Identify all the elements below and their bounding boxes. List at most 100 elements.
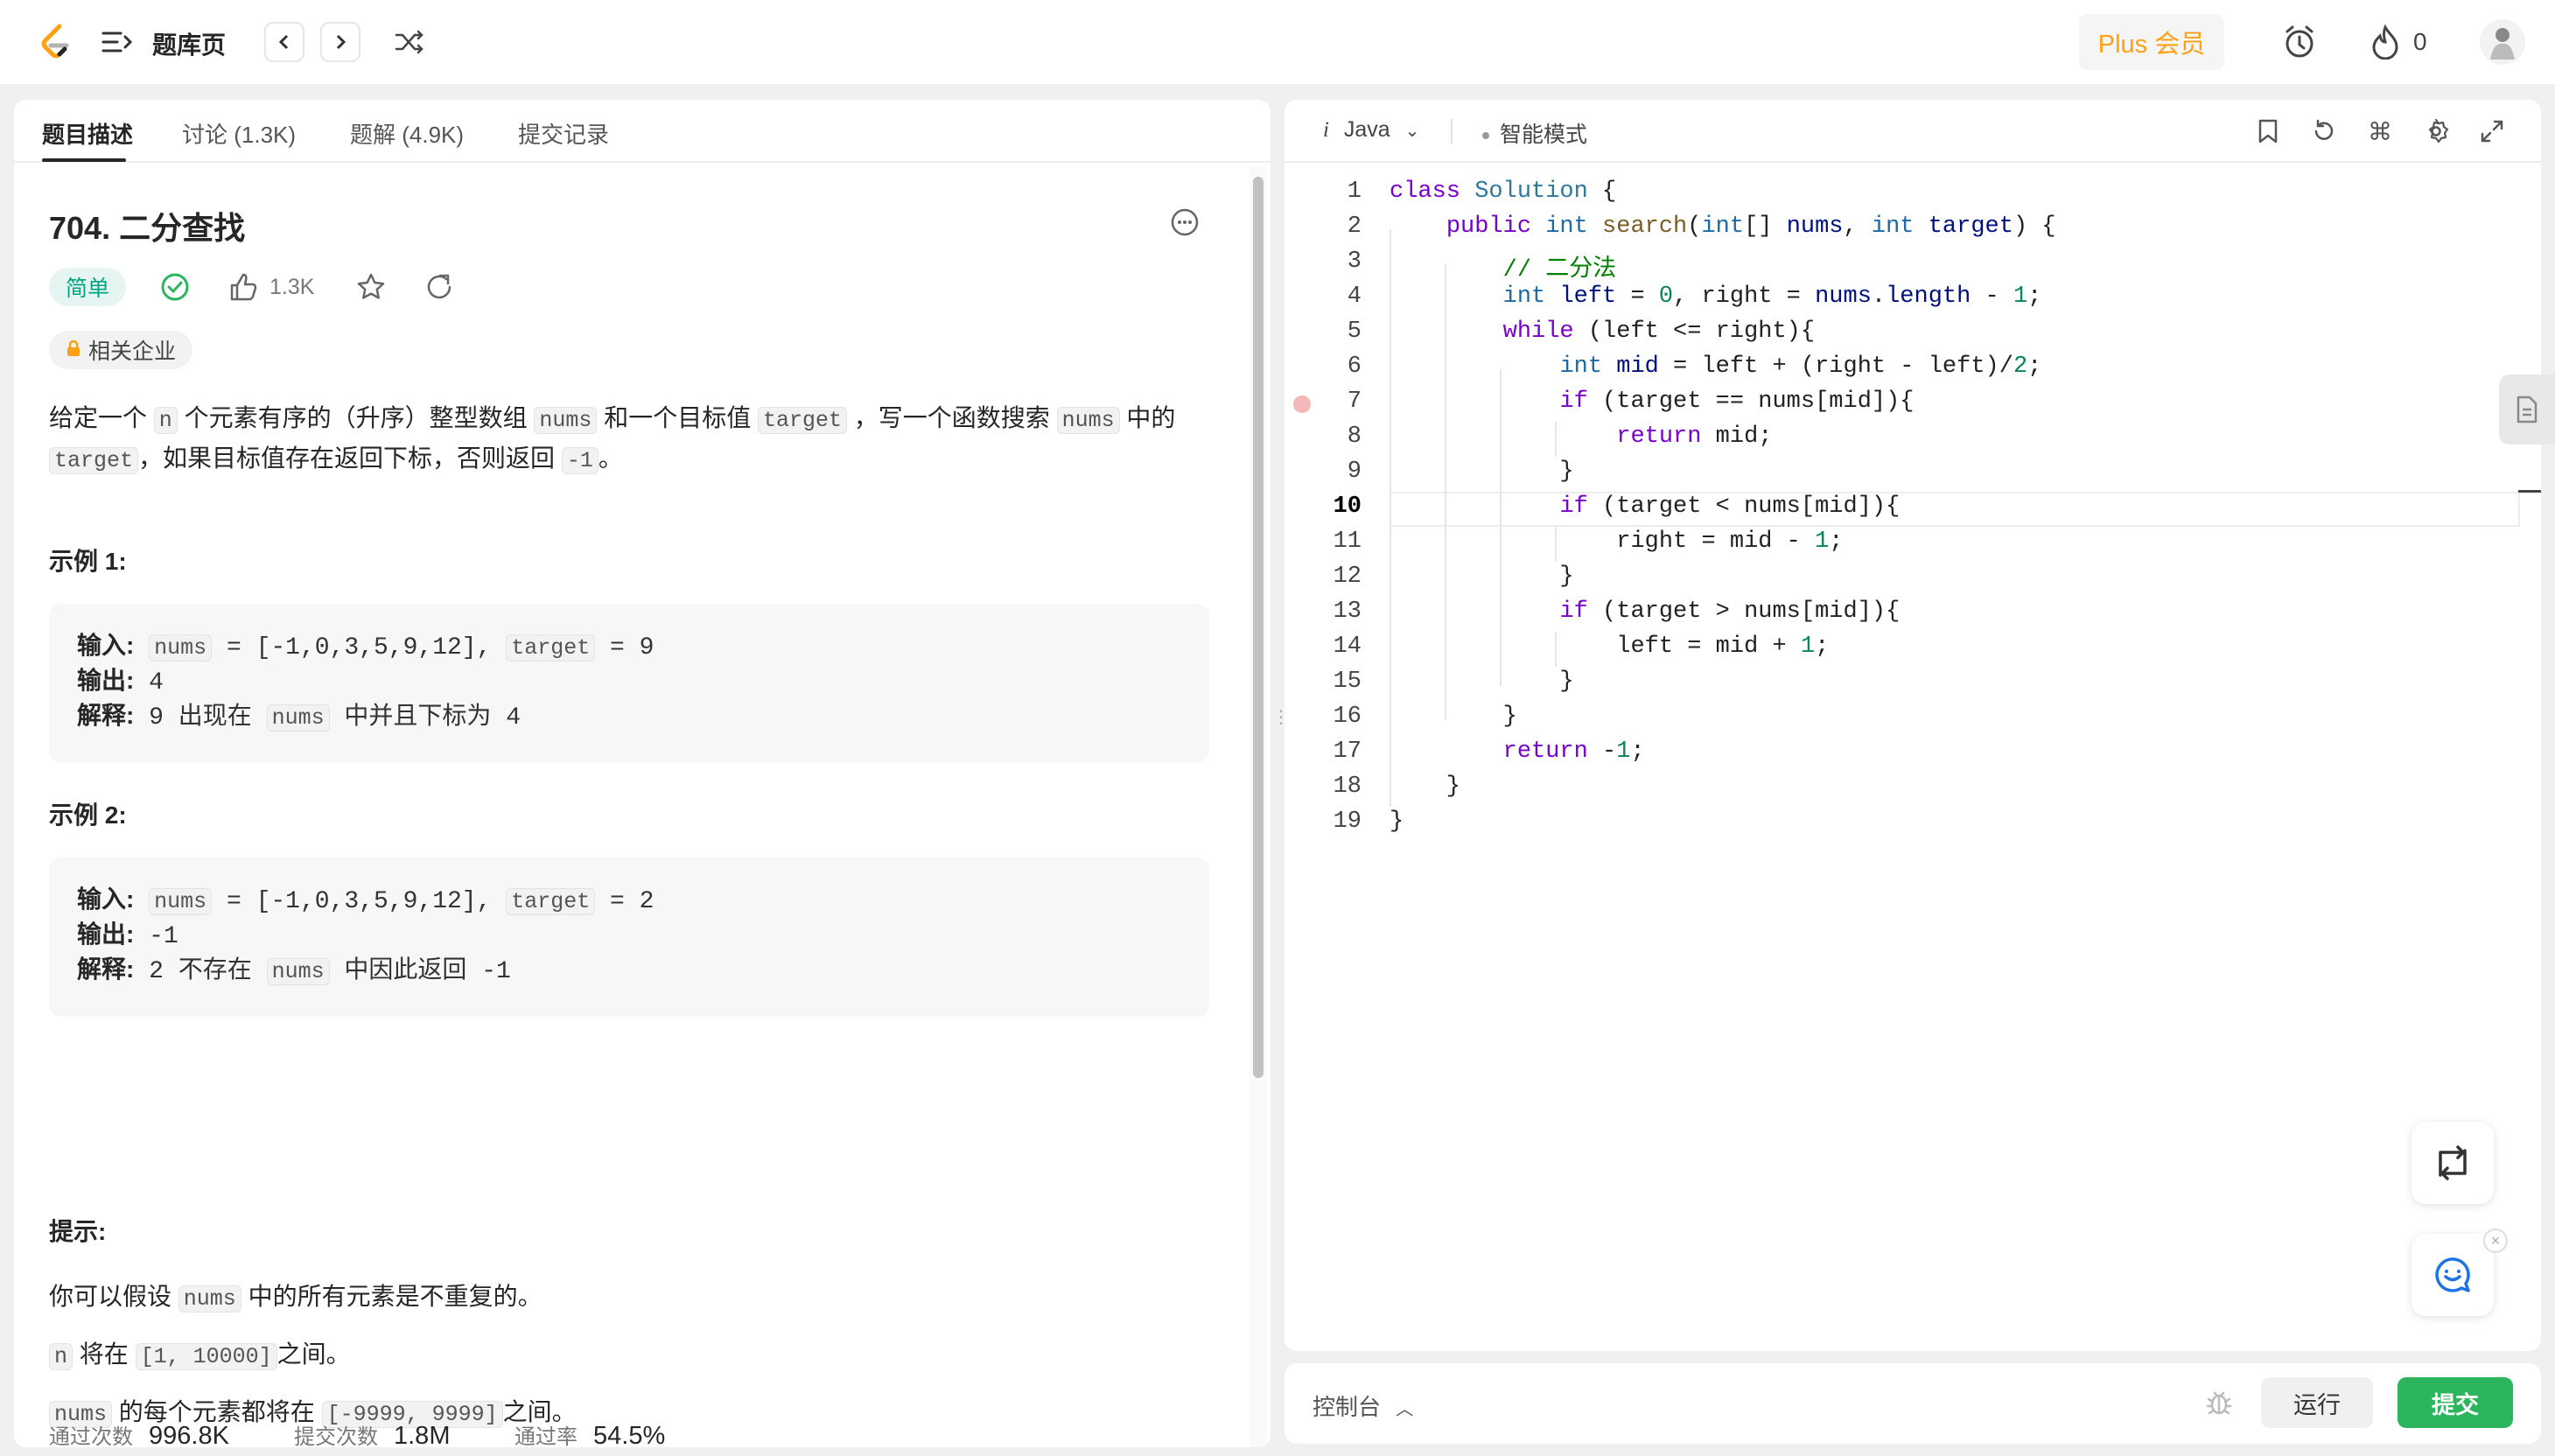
leetcode-logo-icon[interactable]	[35, 21, 77, 63]
code-line-15[interactable]: }	[1390, 668, 1573, 695]
run-button[interactable]: 运行	[2261, 1377, 2373, 1428]
shortcut-command-icon[interactable]: ⌘	[2362, 114, 2398, 149]
number: 2	[2012, 354, 2028, 380]
chevron-up-icon: ︿	[1396, 1400, 1414, 1419]
explain-label: 解释:	[77, 702, 135, 729]
line-number: 16	[1333, 704, 1362, 730]
plus-membership-button[interactable]: Plus 会员	[2079, 14, 2224, 70]
stat-value: 54.5%	[593, 1422, 666, 1447]
code-line-9[interactable]: }	[1390, 458, 1573, 485]
like-thumb-icon[interactable]	[226, 270, 261, 304]
code-line-4[interactable]: int left = 0, right = nums.length - 1;	[1390, 284, 2042, 310]
description-scrollbar[interactable]	[1250, 166, 1267, 1447]
tip-text: 中的所有元素是不重复的。	[248, 1283, 542, 1310]
more-options-icon[interactable]	[1167, 205, 1202, 240]
desc-text: 中的	[1126, 404, 1176, 431]
streak-flame-icon[interactable]	[2368, 21, 2403, 63]
chat-assistant-button[interactable]	[2412, 1234, 2494, 1316]
desc-text: 。	[598, 444, 623, 472]
inline-code: nums	[266, 958, 330, 985]
keyword: class	[1390, 178, 1461, 205]
code-line-14[interactable]: left = mid + 1;	[1390, 634, 1829, 660]
example-1-heading: 示例 1:	[49, 548, 127, 575]
stat-accepted: 通过次数 996.8K	[49, 1419, 229, 1447]
keyword: if	[1559, 598, 1588, 625]
code-line-16[interactable]: }	[1390, 704, 1517, 730]
inline-code: nums	[1056, 407, 1120, 434]
code-line-5[interactable]: while (left <= right){	[1390, 318, 1815, 345]
code-line-1[interactable]: class Solution {	[1390, 178, 1616, 205]
alarm-clock-icon[interactable]	[2280, 23, 2319, 61]
tip-text: 你可以假设	[49, 1283, 172, 1310]
type: int	[1545, 214, 1588, 240]
explain-label: 解释:	[77, 956, 135, 983]
example-2-box: 输入: nums = [-1,0,3,5,9,12], target = 2 输…	[49, 858, 1209, 1017]
code-line-2[interactable]: public int search(int[] nums, int target…	[1390, 214, 2056, 240]
code-line-6[interactable]: int mid = left + (right - left)/2;	[1390, 354, 2041, 380]
prev-problem-button[interactable]	[264, 22, 304, 62]
next-problem-button[interactable]	[320, 22, 360, 62]
favorite-star-icon[interactable]	[354, 270, 388, 304]
dot-icon	[1482, 132, 1489, 140]
fullscreen-icon[interactable]	[2474, 114, 2510, 149]
console-toggle[interactable]: 控制台 ︿	[1312, 1390, 1413, 1422]
related-companies-tag[interactable]: 相关企业	[49, 331, 192, 369]
tab-solutions[interactable]: 题解 (4.9K)	[350, 117, 464, 150]
code-line-12[interactable]: }	[1390, 564, 1573, 590]
switch-layout-button[interactable]	[2412, 1122, 2494, 1204]
variable: left	[1559, 284, 1617, 310]
example-1-input: 输入: nums = [-1,0,3,5,9,12], target = 9	[77, 626, 654, 662]
line-number: 5	[1347, 318, 1362, 345]
settings-gear-icon[interactable]	[2418, 114, 2454, 149]
line-number: 11	[1333, 528, 1362, 555]
code-line-3[interactable]: // 二分法	[1390, 248, 1617, 284]
debug-bug-icon[interactable]	[2202, 1384, 2236, 1419]
related-companies-label: 相关企业	[88, 340, 176, 364]
inline-code: nums	[534, 407, 598, 434]
code-line-19[interactable]: }	[1390, 808, 1404, 835]
example-1-output: 输出: 4	[77, 662, 164, 696]
line-number: 14	[1333, 634, 1362, 660]
keyword: return	[1502, 738, 1588, 765]
number: 1	[1800, 634, 1816, 660]
breakpoint-marker[interactable]	[1293, 396, 1311, 413]
code-line-18[interactable]: }	[1390, 774, 1460, 800]
chevron-down-icon: ⌄	[1404, 122, 1420, 141]
keyword: public	[1446, 214, 1532, 240]
shuffle-icon[interactable]	[392, 24, 427, 60]
code-line-17[interactable]: return -1;	[1390, 738, 1645, 765]
variable: length	[1886, 284, 1971, 310]
smart-mode-toggle[interactable]: 智能模式	[1482, 117, 1587, 149]
page-title[interactable]: 题库页	[152, 26, 226, 61]
submit-button[interactable]: 提交	[2398, 1377, 2513, 1428]
editor-toolbar: i Java ⌄ 智能模式 ⌘	[1284, 100, 2541, 163]
inline-code: nums	[149, 888, 213, 915]
code-line-7[interactable]: if (target == nums[mid]){	[1390, 388, 1914, 415]
line-number: 10	[1333, 494, 1362, 520]
inline-code: target	[506, 888, 596, 915]
panel-resize-handle[interactable]: ⋮	[1272, 709, 1290, 747]
code-line-11[interactable]: right = mid - 1;	[1390, 528, 1843, 555]
code-line-10[interactable]: if (target < nums[mid]){	[1390, 494, 1900, 520]
menu-list-icon[interactable]	[98, 23, 136, 61]
notes-side-button[interactable]	[2499, 374, 2555, 444]
tab-description[interactable]: 题目描述	[42, 117, 133, 150]
tab-submissions[interactable]: 提交记录	[518, 117, 609, 150]
code-line-8[interactable]: return mid;	[1390, 424, 1772, 450]
reset-code-icon[interactable]	[2306, 114, 2342, 149]
tab-discussion[interactable]: 讨论 (1.3K)	[182, 117, 296, 150]
close-chat-icon[interactable]: ×	[2483, 1228, 2508, 1253]
share-icon[interactable]	[422, 270, 457, 304]
scrollbar-thumb[interactable]	[1253, 177, 1264, 1078]
code-line-13[interactable]: if (target > nums[mid]){	[1390, 598, 1900, 625]
example-2-heading: 示例 2:	[49, 802, 127, 829]
user-avatar[interactable]	[2480, 19, 2525, 65]
bookmark-icon[interactable]	[2250, 114, 2286, 149]
variable: target	[1928, 214, 2013, 240]
line-number: 2	[1347, 214, 1362, 240]
minimap-cursor-marker	[2518, 490, 2541, 493]
language-selector[interactable]: i Java ⌄	[1323, 117, 1419, 143]
inline-code: nums	[178, 1285, 242, 1312]
example-2-input: 输入: nums = [-1,0,3,5,9,12], target = 2	[77, 880, 654, 915]
example-value: = [-1,0,3,5,9,12],	[212, 634, 492, 662]
